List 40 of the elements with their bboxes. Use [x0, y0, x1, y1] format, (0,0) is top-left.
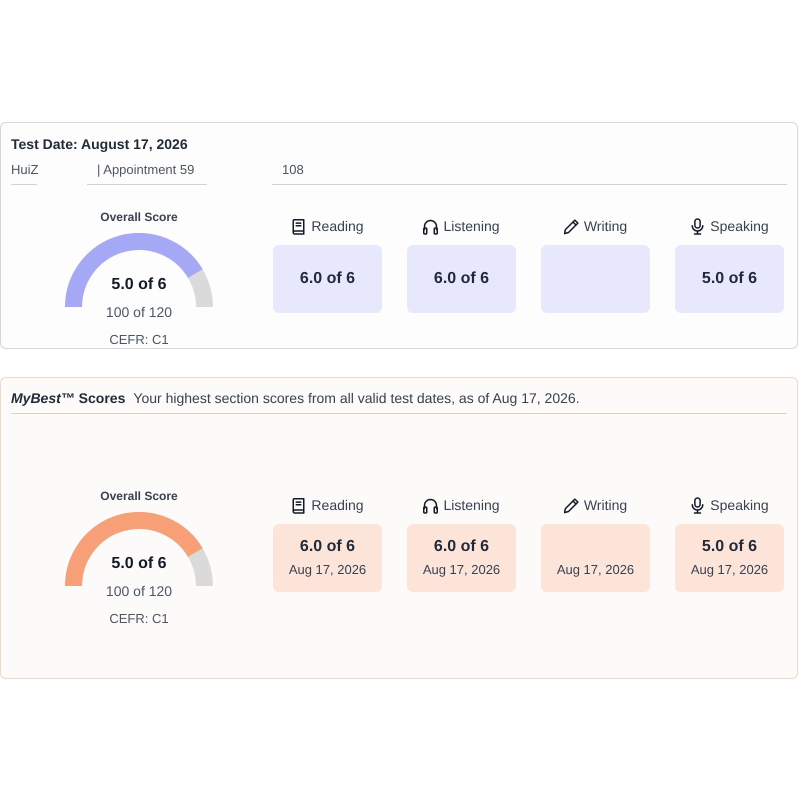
headphones-icon — [423, 496, 438, 514]
cefr-level: CEFR: C1 — [109, 611, 169, 627]
mybest-description: Your highest section scores from all valid test dates, as of Aug 17, 2026. — [133, 389, 580, 408]
pencil-icon — [564, 218, 579, 234]
score-date: Aug 17, 2026 — [556, 561, 634, 579]
section-label: Listening — [443, 217, 500, 236]
section-label: Reading — [311, 496, 364, 515]
section-score: 6.0 of 6 — [434, 269, 490, 289]
cefr-level: CEFR: C1 — [109, 332, 169, 348]
score-date: Aug 17, 2026 — [288, 561, 366, 579]
book-icon — [291, 496, 306, 514]
book-icon — [291, 218, 306, 234]
info-field: | Appointment 59 — [87, 154, 207, 185]
gauge-title: Overall Score — [100, 488, 178, 504]
microphone-icon — [690, 218, 706, 234]
pencil-icon — [564, 496, 579, 514]
overall-score: 5.0 of 6 — [111, 275, 167, 295]
info-field: HuiZ — [11, 154, 37, 185]
score-date: Aug 17, 2026 — [422, 561, 500, 579]
section-score: 5.0 of 6 — [702, 269, 758, 289]
section-label: Listening — [443, 496, 500, 515]
section-score: 6.0 of 6 — [434, 537, 490, 557]
section-label: Reading — [311, 217, 364, 236]
score-date: Aug 17, 2026 — [690, 561, 768, 579]
section-score: 6.0 of 6 — [300, 269, 356, 289]
section-label: Speaking — [710, 217, 769, 236]
section-label: Writing — [584, 496, 628, 515]
mybest-title: MyBest™ Scores — [11, 389, 126, 408]
headphones-icon — [423, 218, 438, 234]
section-label: Speaking — [710, 496, 769, 515]
microphone-icon — [690, 496, 706, 514]
test-date-title: Test Date: August 17, 2026 — [11, 135, 189, 154]
total-score: 100 of 120 — [106, 303, 172, 321]
overall-score: 5.0 of 6 — [111, 554, 167, 574]
gauge-title: Overall Score — [100, 209, 178, 225]
section-label: Writing — [584, 217, 628, 236]
info-field: 108 — [272, 154, 787, 185]
total-score: 100 of 120 — [106, 582, 172, 600]
section-score: 5.0 of 6 — [702, 537, 758, 557]
section-score: 6.0 of 6 — [300, 537, 356, 557]
